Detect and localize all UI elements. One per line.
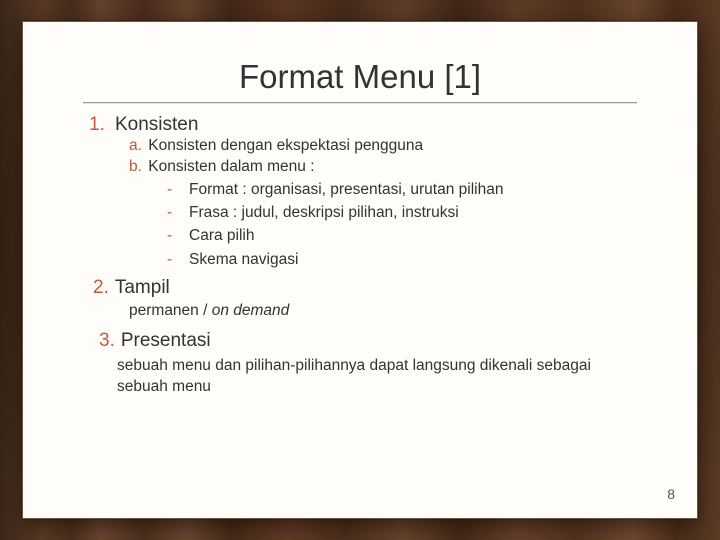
- dash-icon: -: [167, 201, 189, 224]
- dash-icon: -: [167, 178, 189, 201]
- sub-1a: a. Konsisten dengan ekspektasi pengguna: [129, 136, 641, 157]
- dash-list: - Format : organisasi, presentasi, uruta…: [167, 178, 641, 271]
- content-area: 1. Konsisten a. Konsisten dengan ekspekt…: [23, 114, 697, 398]
- section-3-header: 3. Presentasi: [99, 330, 641, 352]
- sub-text-a: Konsisten dengan ekspektasi pengguna: [148, 137, 423, 154]
- dash-icon: -: [167, 248, 189, 271]
- dash-item: - Cara pilih: [167, 224, 641, 247]
- ordinal-3: 3.: [99, 330, 115, 352]
- dash-icon: -: [167, 224, 189, 247]
- sub-label-a: a.: [129, 137, 142, 154]
- ordinal-2: 2.: [93, 277, 109, 299]
- sub-text-b: Konsisten dalam menu :: [148, 158, 314, 175]
- dash-text: Skema navigasi: [189, 248, 298, 271]
- heading-3: Presentasi: [121, 330, 211, 352]
- sub-1b: b. Konsisten dalam menu :: [129, 157, 641, 178]
- section-2-header: 2. Tampil: [93, 277, 641, 299]
- body-italic: on demand: [212, 302, 290, 319]
- slide: Format Menu [1] 1. Konsisten a. Konsiste…: [22, 21, 698, 519]
- dash-item: - Frasa : judul, deskripsi pilihan, inst…: [167, 201, 641, 224]
- heading-1: Konsisten: [115, 114, 198, 136]
- slide-title: Format Menu [1]: [23, 58, 697, 96]
- section-3-body: sebuah menu dan pilihan-pilihannya dapat…: [117, 356, 641, 398]
- ordinal-1: 1.: [89, 114, 107, 136]
- dash-text: Frasa : judul, deskripsi pilihan, instru…: [189, 201, 459, 224]
- section-1-header: 1. Konsisten: [89, 114, 641, 136]
- title-rule: [83, 102, 637, 104]
- body-plain: permanen /: [129, 302, 212, 319]
- section-2-body: permanen / on demand: [129, 301, 641, 322]
- dash-item: - Skema navigasi: [167, 248, 641, 271]
- wood-background: Format Menu [1] 1. Konsisten a. Konsiste…: [0, 0, 720, 540]
- dash-text: Cara pilih: [189, 224, 254, 247]
- sub-label-b: b.: [129, 158, 142, 175]
- heading-2: Tampil: [115, 277, 170, 299]
- dash-item: - Format : organisasi, presentasi, uruta…: [167, 178, 641, 201]
- page-number: 8: [667, 486, 675, 502]
- dash-text: Format : organisasi, presentasi, urutan …: [189, 178, 503, 201]
